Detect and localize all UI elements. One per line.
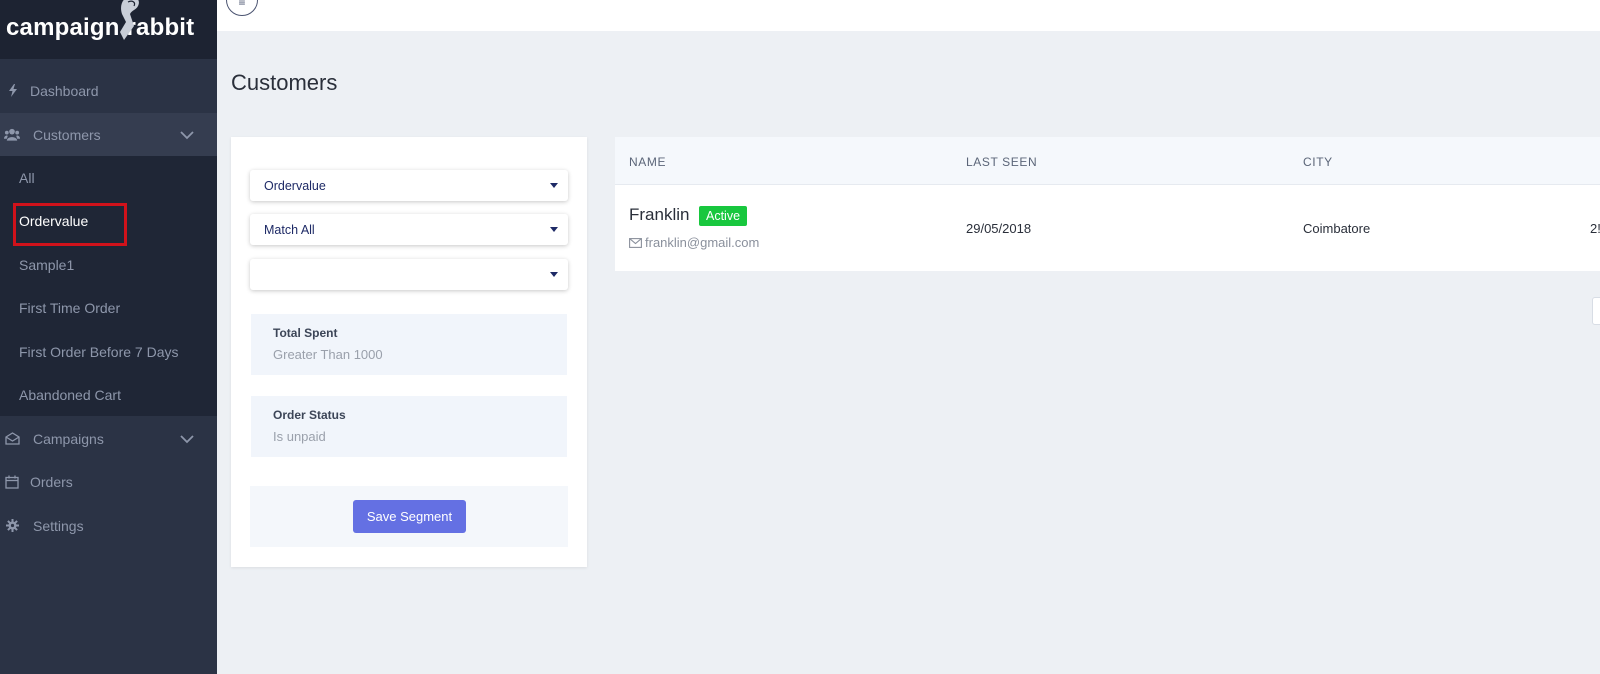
customer-name[interactable]: Franklin	[629, 205, 689, 225]
sidebar-item-label: Customers	[33, 126, 101, 143]
customer-email-text: franklin@gmail.com	[645, 235, 760, 250]
highlight-annotation	[13, 203, 127, 246]
caret-down-icon	[550, 272, 558, 277]
sidebar-item-dashboard[interactable]: Dashboard	[0, 69, 217, 112]
rule-order-status[interactable]: Order Status Is unpaid	[251, 396, 567, 457]
gear-icon	[4, 518, 20, 534]
column-header-last-seen[interactable]: LAST SEEN	[966, 155, 1037, 169]
menu-icon[interactable]: ≡	[226, 0, 258, 16]
rule-value: Greater Than 1000	[273, 347, 383, 362]
submenu-item-first-time-order[interactable]: First Time Order	[0, 286, 217, 329]
submenu-item-sample1[interactable]: Sample1	[0, 243, 217, 286]
sidebar-item-settings[interactable]: Settings	[0, 504, 217, 547]
logo-text: campaign rabbit	[6, 14, 195, 41]
menu-glyph: ≡	[238, 0, 246, 9]
caret-down-icon	[550, 227, 558, 232]
sidebar-item-customers[interactable]: Customers	[0, 113, 217, 156]
bolt-icon	[5, 83, 21, 99]
segment-select[interactable]: Ordervalue	[250, 170, 568, 201]
rule-total-spent[interactable]: Total Spent Greater Than 1000	[251, 314, 567, 375]
chevron-down-icon	[180, 130, 194, 139]
envelope-icon	[629, 237, 642, 248]
sidebar: campaign rabbit Dashboard Customers All …	[0, 0, 217, 674]
logo[interactable]: campaign rabbit	[0, 0, 217, 59]
sidebar-item-label: Settings	[33, 517, 84, 534]
cell-city: Coimbatore	[1303, 221, 1371, 236]
caret-down-icon	[550, 183, 558, 188]
match-select[interactable]: Match All	[250, 214, 568, 245]
page-title: Customers	[231, 70, 338, 95]
rule-value: Is unpaid	[273, 429, 326, 444]
rule-title: Order Status	[273, 408, 346, 422]
customers-submenu: All Ordervalue Sample1 First Time Order …	[0, 156, 217, 416]
pagination-control[interactable]	[1592, 297, 1600, 325]
column-header-name[interactable]: NAME	[629, 155, 666, 169]
customers-table: NAME LAST SEEN CITY Franklin Active fran…	[615, 137, 1600, 271]
cell-overflow: 2!	[1590, 221, 1600, 236]
chevron-down-icon	[180, 434, 194, 443]
submenu-item-first-order-before-7-days[interactable]: First Order Before 7 Days	[0, 330, 217, 373]
calendar-icon	[4, 474, 20, 490]
save-segment-button[interactable]: Save Segment	[353, 500, 466, 533]
sidebar-item-campaigns[interactable]: Campaigns	[0, 417, 217, 460]
segment-filter-panel: Ordervalue Match All Total Spent Greater…	[231, 137, 587, 567]
submenu-item-abandoned-cart[interactable]: Abandoned Cart	[0, 373, 217, 416]
table-header: NAME LAST SEEN CITY	[615, 137, 1600, 185]
sidebar-item-label: Orders	[30, 473, 73, 490]
rule-select[interactable]	[250, 259, 568, 290]
sidebar-item-label: Campaigns	[33, 430, 104, 447]
save-segment-area: Save Segment	[250, 486, 568, 547]
topbar: ≡	[217, 0, 1600, 31]
sidebar-item-label: Dashboard	[30, 82, 99, 99]
submenu-item-all[interactable]: All	[0, 156, 217, 199]
segment-select-value: Ordervalue	[264, 178, 326, 193]
column-header-city[interactable]: CITY	[1303, 155, 1333, 169]
match-select-value: Match All	[264, 222, 315, 237]
customer-email: franklin@gmail.com	[629, 235, 759, 250]
rule-title: Total Spent	[273, 326, 338, 340]
users-icon	[4, 127, 20, 143]
status-badge: Active	[699, 206, 748, 226]
rabbit-logo-icon	[120, 0, 139, 40]
cell-last-seen: 29/05/2018	[966, 221, 1032, 236]
sidebar-item-orders[interactable]: Orders	[0, 460, 217, 503]
envelope-open-icon	[4, 431, 20, 447]
